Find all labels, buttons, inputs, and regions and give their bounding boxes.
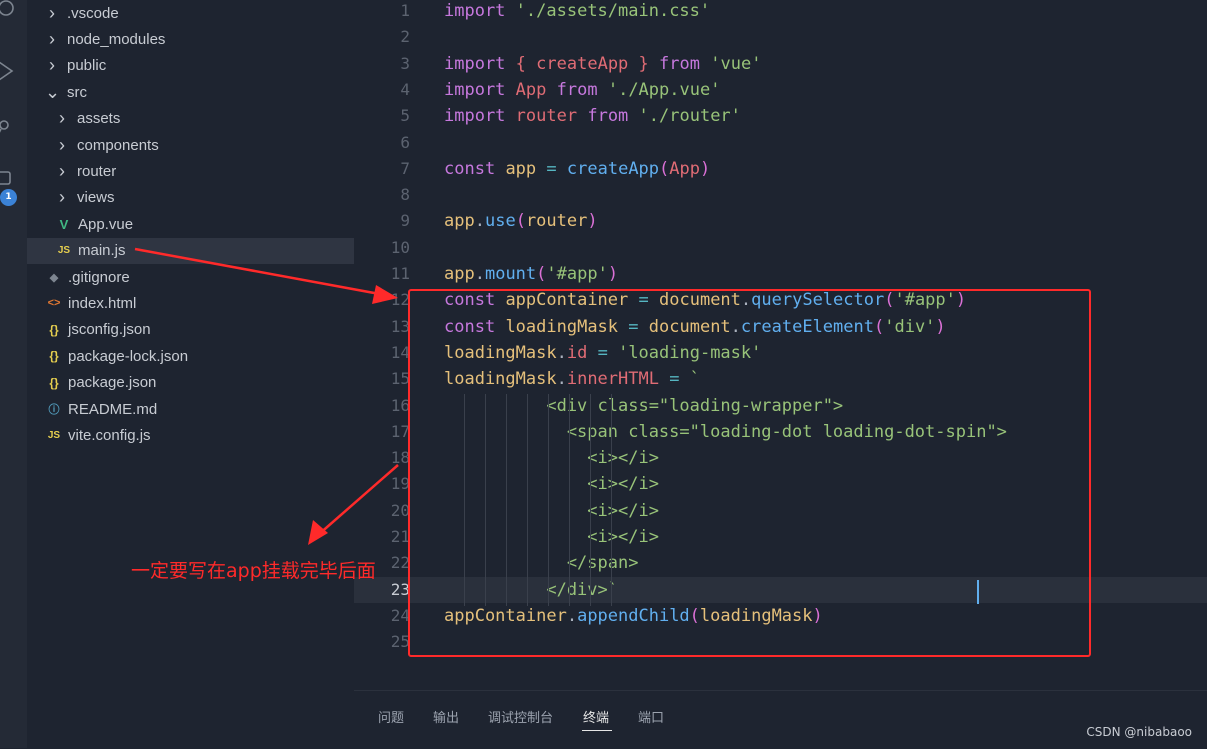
watermark: CSDN @nibabaoo [1086,725,1192,739]
arrow-head-to-note [308,520,328,545]
arrow-to-code [134,247,386,297]
arrow-to-note [317,464,399,536]
tab-ports[interactable]: 端口 [638,707,664,726]
annotation-note: 一定要写在app挂载完毕后面 [131,560,376,582]
arrow-head-to-code [372,285,398,304]
tab-debug-console[interactable]: 调试控制台 [488,707,553,726]
tab-output[interactable]: 输出 [433,707,459,726]
tab-problems[interactable]: 问题 [378,707,404,726]
active-tab-indicator [582,730,612,731]
bottom-panel: 问题 输出 调试控制台 终端 端口 [354,690,1207,749]
annotation-arrows [134,247,399,545]
tab-terminal[interactable]: 终端 [583,707,609,726]
